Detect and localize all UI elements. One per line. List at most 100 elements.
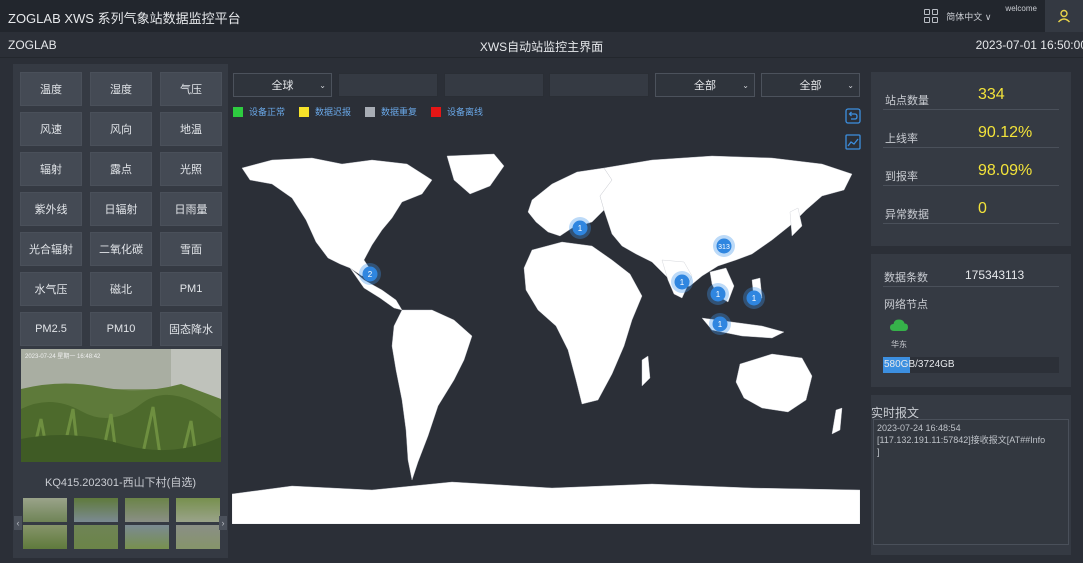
south-america-landmass (391, 309, 473, 481)
metric-button[interactable]: 日雨量 (160, 192, 222, 226)
stat-row: 到报率 98.09% (883, 156, 1059, 186)
antarctica-landmass (232, 481, 860, 524)
greenland-landmass (446, 153, 505, 195)
metric-button[interactable]: PM1 (160, 272, 222, 306)
records-label: 数据条数 (884, 272, 928, 284)
africa-landmass (523, 241, 643, 405)
camera-thumbnail[interactable] (125, 525, 169, 549)
legend-swatch (299, 106, 310, 117)
metric-button[interactable]: 光照 (160, 152, 222, 186)
reset-view-icon[interactable] (845, 108, 861, 124)
legend-label: 数据迟报 (315, 107, 352, 117)
station-cluster-marker[interactable]: 1 (569, 217, 591, 239)
metric-button[interactable]: 辐射 (20, 152, 82, 186)
metric-button[interactable]: 风向 (90, 112, 152, 146)
filter-input-3[interactable] (549, 73, 649, 97)
chevron-down-icon: ⌄ (847, 81, 854, 90)
metric-button[interactable]: 磁北 (90, 272, 152, 306)
apps-grid-icon[interactable] (924, 9, 939, 23)
datetime-display: 2023-07-01 16:50:00 (975, 38, 1083, 52)
metric-button[interactable]: PM10 (90, 312, 152, 346)
camera-timestamp: 2023-07-24 星期一 16:48:42 (25, 354, 101, 360)
camera-thumbnail[interactable] (176, 525, 220, 549)
map-legend: 设备正常 数据迟报 数据重复 设备离线 (233, 105, 497, 118)
message-log[interactable]: 2023-07-24 16:48:54 [117.132.191.11:57842… (873, 419, 1069, 545)
top-right-controls: 简体中文 ∨ welcome (924, 0, 1083, 32)
metric-button[interactable]: 气压 (160, 72, 222, 106)
metric-button[interactable]: 光合辐射 (20, 232, 82, 266)
storage-bar: 580GB/3724GB (883, 357, 1059, 373)
cluster-count: 2 (368, 270, 373, 279)
camera-station-label: KQ415.202301-西山下村(自选) (45, 477, 196, 489)
stats-panel: 站点数量 334 上线率 90.12% 到报率 98.09% 异常数据 0 (871, 72, 1071, 246)
status-select-a[interactable]: 全部 ⌄ (655, 73, 755, 97)
metric-button[interactable]: 固态降水 (160, 312, 222, 346)
trend-chart-icon[interactable] (845, 134, 861, 150)
records-value: 175343113 (965, 268, 1025, 282)
chevron-down-icon: ⌄ (742, 81, 749, 90)
new-zealand-landmass (831, 407, 843, 435)
cluster-count: 1 (718, 320, 723, 329)
thumbnail-next-button[interactable]: › (219, 516, 227, 530)
metric-button[interactable]: 地温 (160, 112, 222, 146)
message-line: [117.132.191.11:57842]接收报文[AT##Info (877, 435, 1046, 445)
cluster-count: 1 (716, 290, 721, 299)
stat-row: 站点数量 334 (883, 80, 1059, 110)
filter-input-2[interactable] (444, 73, 544, 97)
data-panel: 数据条数 175343113 网络节点 华东 580GB/3724GB (871, 254, 1071, 387)
language-label: 简体中文 (946, 11, 983, 22)
status-select-b[interactable]: 全部 ⌄ (761, 73, 860, 97)
station-cluster-marker[interactable]: 313 (713, 235, 735, 257)
metric-button[interactable]: 二氧化碳 (90, 232, 152, 266)
camera-thumbnail[interactable] (176, 498, 220, 522)
filter-input-1[interactable] (338, 73, 438, 97)
station-cluster-marker[interactable]: 1 (707, 283, 729, 305)
camera-snapshot[interactable]: 2023-07-24 星期一 16:48:42 (21, 349, 221, 462)
cluster-count: 1 (752, 294, 757, 303)
camera-image (21, 349, 221, 462)
stat-row: 异常数据 0 (883, 194, 1059, 224)
stat-label: 到报率 (885, 171, 918, 183)
camera-thumbnail[interactable] (23, 498, 67, 522)
station-cluster-marker[interactable]: 1 (743, 287, 765, 309)
cluster-count: 1 (578, 224, 583, 233)
camera-thumbnail[interactable] (74, 498, 118, 522)
region-select-value: 全球 (271, 80, 294, 92)
legend-label: 设备离线 (447, 107, 484, 117)
region-select[interactable]: 全球 ⌄ (233, 73, 332, 97)
metric-button[interactable]: PM2.5 (20, 312, 82, 346)
sub-header: ZOGLAB XWS自动站监控主界面 2023-07-01 16:50:00 (0, 32, 1083, 58)
metric-button[interactable]: 风速 (20, 112, 82, 146)
metric-button[interactable]: 湿度 (90, 72, 152, 106)
message-line: 2023-07-24 16:48:54 (877, 423, 961, 433)
chevron-down-icon: ⌄ (319, 81, 326, 90)
metric-button[interactable]: 雪面 (160, 232, 222, 266)
metric-button[interactable]: 露点 (90, 152, 152, 186)
user-button[interactable] (1045, 0, 1083, 32)
camera-thumbnail[interactable] (74, 525, 118, 549)
thumbnail-prev-button[interactable]: ‹ (14, 516, 22, 530)
station-cluster-marker[interactable]: 1 (709, 313, 731, 335)
metric-button[interactable]: 温度 (20, 72, 82, 106)
left-panel: 温度 湿度 气压风速 风向 地温辐射 露点 光照紫外线 日辐射 日雨量光合辐射 二氧化碳 雪面水气压… (13, 64, 228, 558)
legend-swatch (365, 106, 376, 117)
metric-button-grid: 温度 湿度 气压风速 风向 地温辐射 露点 光照紫外线 日辐射 日雨量光合辐射 二氧化碳 雪面水气压… (20, 72, 222, 346)
north-america-landmass (241, 157, 433, 277)
world-map[interactable]: 1 313 2 1 1 1 1 (232, 150, 860, 524)
madagascar-landmass (641, 355, 651, 387)
station-cluster-marker[interactable]: 2 (359, 263, 381, 285)
metric-button[interactable]: 紫外线 (20, 192, 82, 226)
metric-button[interactable]: 日辐射 (90, 192, 152, 226)
welcome-text: welcome (1005, 4, 1037, 13)
chevron-down-icon: ∨ (984, 11, 992, 22)
stat-value: 334 (978, 86, 1005, 103)
camera-thumbnail[interactable] (23, 525, 67, 549)
station-cluster-marker[interactable]: 1 (671, 271, 693, 293)
node-name: 华东 (891, 340, 907, 349)
cloud-icon[interactable] (889, 318, 909, 335)
camera-thumbnail[interactable] (125, 498, 169, 522)
language-selector[interactable]: 简体中文 ∨ (946, 10, 991, 23)
metric-button[interactable]: 水气压 (20, 272, 82, 306)
stat-value: 98.09% (978, 162, 1033, 179)
legend-swatch (233, 106, 243, 117)
